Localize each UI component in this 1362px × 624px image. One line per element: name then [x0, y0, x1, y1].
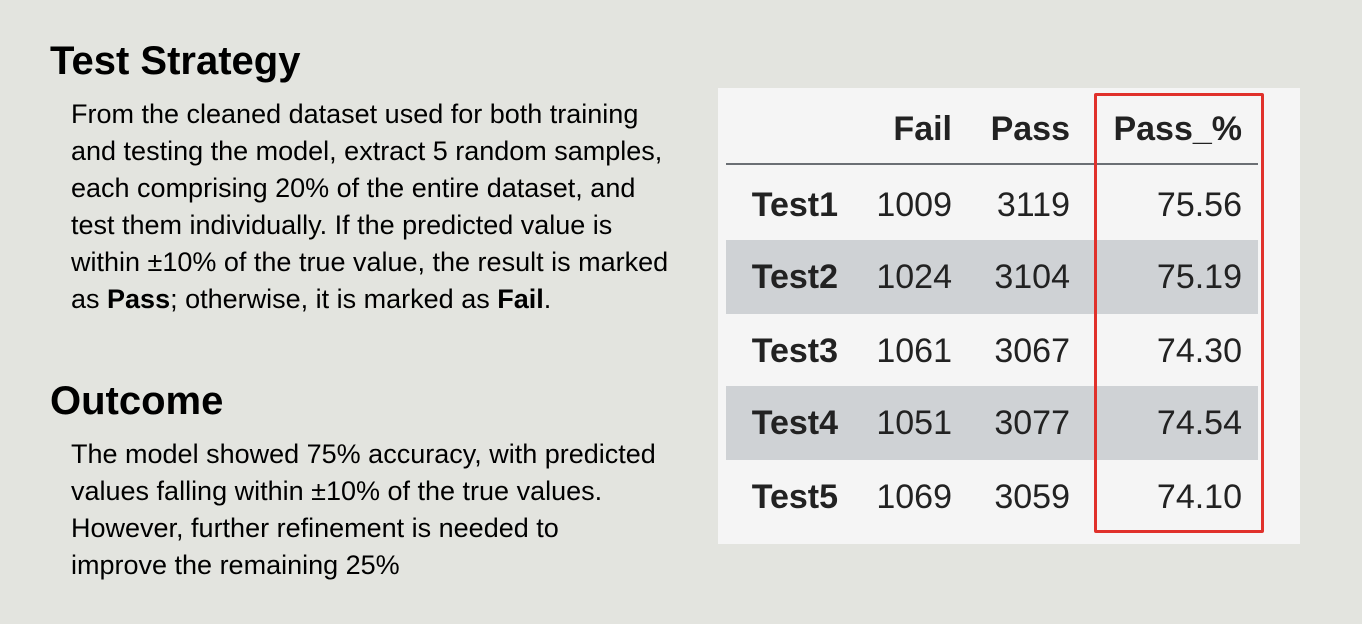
strategy-paragraph: From the cleaned dataset used for both t…	[71, 96, 681, 318]
header-pass: Pass	[990, 110, 1070, 148]
row-pass: 3077	[994, 404, 1070, 442]
row-name: Test4	[751, 404, 838, 442]
fail-word: Fail	[497, 284, 544, 314]
pass-word: Pass	[107, 284, 171, 314]
strategy-text-mid: ; otherwise, it is marked as	[170, 284, 498, 314]
header-index	[726, 92, 838, 166]
row-pass: 3104	[994, 258, 1070, 296]
strategy-heading: Test Strategy	[50, 39, 301, 83]
outcome-paragraph: The model showed 75% accuracy, with pred…	[71, 439, 656, 580]
row-fail: 1024	[876, 258, 952, 296]
header-fail: Fail	[893, 110, 952, 148]
row-fail: 1069	[876, 478, 952, 516]
row-name: Test5	[751, 478, 838, 516]
pass-percent-highlight-box	[1094, 93, 1264, 533]
row-fail: 1051	[876, 404, 952, 442]
row-name: Test2	[751, 258, 838, 296]
row-fail: 1009	[876, 186, 952, 224]
row-pass: 3119	[996, 186, 1070, 224]
row-pass: 3059	[994, 478, 1070, 516]
outcome-heading: Outcome	[50, 379, 224, 423]
row-pass: 3067	[994, 332, 1070, 370]
row-name: Test1	[751, 186, 838, 224]
row-fail: 1061	[876, 332, 952, 370]
row-name: Test3	[751, 332, 838, 370]
strategy-text-pre: From the cleaned dataset used for both t…	[71, 99, 669, 314]
strategy-text-end: .	[543, 284, 552, 314]
